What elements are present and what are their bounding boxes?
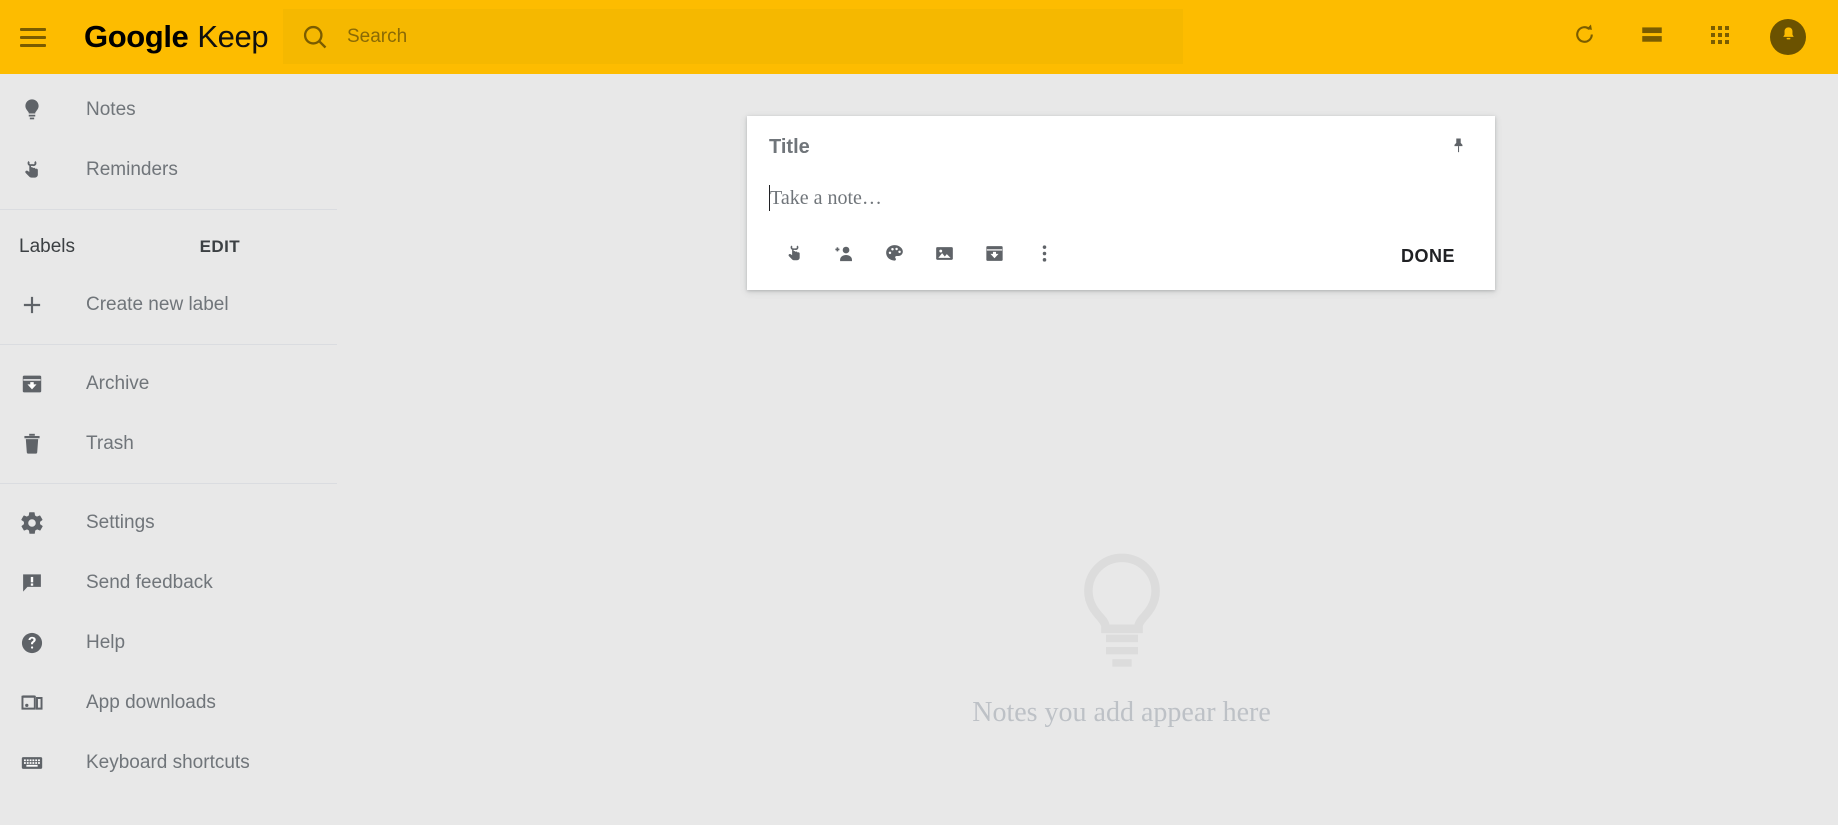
sidebar-item-trash[interactable]: Trash [0,414,337,474]
note-title-input[interactable]: Title [769,136,1443,159]
note-toolbar: DONE [747,216,1495,290]
search-bar[interactable] [283,9,1183,64]
lightbulb-outline-icon [1058,544,1186,677]
sidebar-item-label: Reminders [86,159,178,180]
empty-state: Notes you add appear here [337,544,1838,729]
image-icon [933,242,956,270]
note-title-row: Title [747,116,1495,162]
labels-section-header: Labels EDIT [0,219,337,275]
sidebar-item-label: Trash [86,433,134,454]
hamburger-bar [20,43,46,47]
note-body-row: Take a note… [747,162,1495,216]
sidebar-item-help[interactable]: Help [0,613,337,673]
more-options-button[interactable] [1019,236,1069,276]
search-icon [283,23,347,51]
main-content: Title Take a note… DONE Notes you add ap… [337,74,1838,825]
labels-title: Labels [19,236,75,257]
sidebar-item-send-feedback[interactable]: Send feedback [0,553,337,613]
reminder-finger-icon [783,242,806,270]
background-options-button[interactable] [869,236,919,276]
google-apps-button[interactable] [1686,0,1754,74]
account-bell-icon [1779,25,1798,49]
sidebar-item-label: Help [86,632,126,653]
sidebar-item-create-new-label[interactable]: Create new label [0,275,337,335]
gear-icon [0,510,64,536]
refresh-button[interactable] [1550,0,1618,74]
hamburger-bar [20,35,46,39]
devices-icon [0,690,64,716]
brand-keep: Keep [197,19,269,54]
app-logo[interactable]: Google Keep [84,19,269,55]
sidebar-item-keyboard-shortcuts[interactable]: Keyboard shortcuts [0,733,337,793]
account-button[interactable] [1754,0,1822,74]
hamburger-bar [20,27,46,31]
labels-edit-button[interactable]: EDIT [200,237,240,257]
list-view-button[interactable] [1618,0,1686,74]
help-circle-icon [0,630,64,656]
sidebar-item-app-downloads[interactable]: App downloads [0,673,337,733]
sidebar-item-label: Keyboard shortcuts [86,752,250,773]
refresh-icon [1572,22,1597,52]
person-add-icon [833,242,856,270]
keyboard-icon [0,750,64,776]
more-vertical-icon [1033,242,1056,270]
search-input[interactable] [347,25,1147,48]
archive-icon [983,242,1006,270]
avatar [1770,19,1806,55]
sidebar-item-label: Archive [86,373,150,394]
empty-state-text: Notes you add appear here [972,697,1271,728]
remind-me-button[interactable] [769,236,819,276]
note-body-input[interactable]: Take a note… [770,187,882,210]
add-image-button[interactable] [919,236,969,276]
trash-icon [0,431,64,457]
note-composer-card[interactable]: Title Take a note… DONE [747,116,1495,290]
archive-icon [0,371,64,397]
sidebar-divider [0,209,337,210]
pin-note-button[interactable] [1443,136,1473,162]
sidebar-item-label: Create new label [86,294,229,315]
header-actions [1550,0,1822,74]
sidebar-item-notes[interactable]: Notes [0,80,337,140]
list-view-icon [1639,22,1665,53]
brand-google: Google [84,19,189,54]
sidebar-item-label: Settings [86,512,155,533]
color-palette-icon [883,242,906,270]
apps-grid-icon [1708,23,1732,52]
feedback-icon [0,570,64,596]
sidebar-item-archive[interactable]: Archive [0,354,337,414]
sidebar-item-label: Send feedback [86,572,213,593]
sidebar-divider [0,344,337,345]
done-button[interactable]: DONE [1383,238,1473,275]
sidebar-item-label: Notes [86,99,136,120]
sidebar-item-settings[interactable]: Settings [0,493,337,553]
archive-button[interactable] [969,236,1019,276]
reminder-finger-icon [0,157,64,183]
sidebar-divider [0,483,337,484]
plus-icon [0,292,64,318]
pin-icon [1449,136,1468,160]
sidebar-item-label: App downloads [86,692,216,713]
hamburger-menu-icon[interactable] [4,8,62,66]
lightbulb-icon [0,97,64,123]
collaborator-button[interactable] [819,236,869,276]
sidebar: Notes Reminders Labels EDIT Create new l… [0,74,337,825]
sidebar-item-reminders[interactable]: Reminders [0,140,337,200]
app-header: Google Keep [0,0,1838,74]
